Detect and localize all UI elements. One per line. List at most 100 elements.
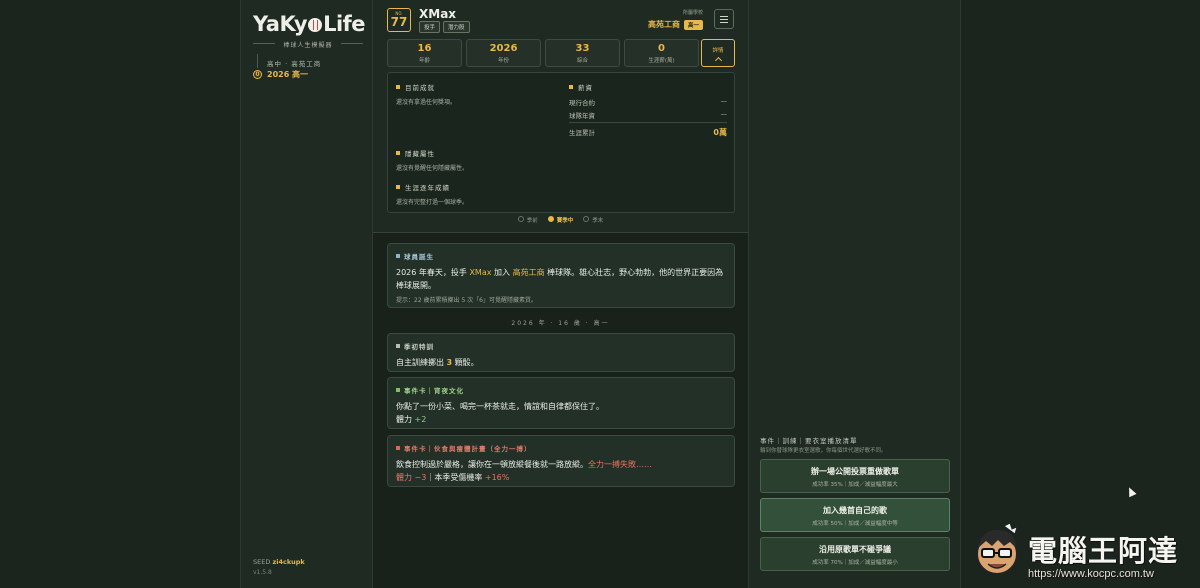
stat-overall: 33 綜合 <box>545 39 620 67</box>
timeline-line <box>257 54 258 68</box>
stat-year: 2026 年份 <box>466 39 541 67</box>
stat-value: 2026 <box>489 43 518 54</box>
logo-subtitle: 棒球人生模擬器 <box>253 40 363 49</box>
salary-total-label: 生涯累計 <box>569 129 595 137</box>
event-card-training: 季初特訓 自主訓練擲出 3 顆骰。 <box>387 333 735 372</box>
main-column: NO. 77 XMax 投手 潛力股 所屬學校 高苑工商 高一 16 年齡 202… <box>373 0 748 588</box>
card-body: 自主訓練擲出 3 顆骰。 <box>396 356 726 369</box>
choice-name: 辦一場公開投票重做歌單 <box>811 467 899 476</box>
choice-meta: 成功率 35%｜加成／減益幅度最大 <box>812 482 898 488</box>
salary-row-label: 現行合約 <box>569 99 595 107</box>
event-card-birth: 球員誕生 2026 年春天，投手 XMax 加入 高苑工商 棒球隊。雄心壯志，野… <box>387 243 735 308</box>
card-body: 2026 年春天，投手 XMax 加入 高苑工商 棒球隊。雄心壯志，野心勃勃，他… <box>396 266 726 292</box>
team-name: 高苑工商 <box>647 20 680 29</box>
salary-title: 薪資 <box>569 82 593 92</box>
season-divider: 2026 年 · 16 歲 · 高一 <box>511 320 610 327</box>
card-body: 你點了一份小菜、喝完一杯茶就走，情誼和自律都保住了。 體力 +2 <box>396 400 726 426</box>
tag-trait: 潛力股 <box>443 21 470 33</box>
choice-button-own-songs[interactable]: 加入幾首自己的歌 成功率 50%｜加成／減益幅度中等 <box>760 498 950 532</box>
career-stats-title: 生涯逐年成績 <box>396 182 450 192</box>
salary-row-total: 生涯累計 0萬 <box>569 122 727 138</box>
stat-label: 生涯薪(萬) <box>648 58 675 64</box>
version-label: v1.5.8 <box>253 569 272 576</box>
salary-row-value: — <box>720 110 728 118</box>
stat-value: 0 <box>658 43 665 54</box>
player-header: NO. 77 XMax 投手 潛力股 所屬學校 高苑工商 高一 16 年齡 202… <box>373 0 748 233</box>
chevron-up-icon <box>714 56 722 65</box>
watermark: 電腦王阿達 https://www.kocpc.com.tw <box>964 520 1198 586</box>
stat-label: 綜合 <box>576 58 588 64</box>
choice-name: 加入幾首自己的歌 <box>823 506 887 515</box>
choice-meta: 成功率 70%｜加成／減益幅度最小 <box>812 560 898 566</box>
team-info: 高苑工商 高一 <box>648 19 703 30</box>
action-column: 事件｜訓練｜要衣室播放清單 輪到你替球隊更衣室選歌，你每個世代選好歌不同。 辦一… <box>748 0 961 588</box>
details-panel: 目前成就 還沒有拿過任何獎項。 薪資 現行合約 — 球隊年資 — 生涯累計 0萬 隱藏… <box>387 72 735 213</box>
stat-label: 年份 <box>497 58 509 64</box>
career-stats-text: 還沒有完整打過一個球季。 <box>396 199 469 206</box>
tab-preseason[interactable]: 季前 <box>518 216 538 224</box>
card-title: 球員誕生 <box>396 251 726 261</box>
injury-chance-value: +16% <box>484 473 510 482</box>
mascot-face-icon <box>976 522 1018 575</box>
hamburger-icon <box>720 15 728 17</box>
card-text: 飲食控制過於嚴格，讓你在一頓放縱餐後就一路放縱。 <box>396 460 588 469</box>
card-text: 加入 <box>491 268 513 277</box>
stat-value: 16 <box>417 43 432 54</box>
hidden-attributes-title: 隱藏屬性 <box>396 148 435 158</box>
choice-name: 沿用原歌單不碰爭議 <box>819 545 891 554</box>
hamburger-icon-line <box>720 18 728 20</box>
tab-endseason[interactable]: 季末 <box>583 216 603 224</box>
stat-age: 16 年齡 <box>387 39 462 67</box>
timeline-year-item[interactable]: 0 2026 高一 <box>253 69 308 80</box>
stat-change-value: 體力 −3 <box>396 473 427 482</box>
card-text: 自主訓練擲出 <box>396 358 447 367</box>
tag-position: 投手 <box>419 21 441 33</box>
jersey-number: 77 <box>390 15 408 29</box>
choice-button-public-vote[interactable]: 辦一場公開投票重做歌單 成功率 35%｜加成／減益幅度最大 <box>760 459 950 493</box>
card-text: 你點了一份小菜、喝完一杯茶就走，情誼和自律都保住了。 <box>396 402 604 411</box>
baseball-icon <box>308 18 323 32</box>
season-phase-tabs: 季前 賽季中 季末 <box>373 216 748 224</box>
seed-label: SEED <box>253 558 271 566</box>
player-name: XMax <box>419 7 457 21</box>
year-index-badge: 0 <box>253 70 262 79</box>
stat-label: 年齡 <box>418 58 430 64</box>
seed-display: SEED zi4ckupk <box>253 558 305 566</box>
card-title: 事件卡｜伙食與瘦體計畫（全力一搏） <box>396 443 726 453</box>
menu-button[interactable] <box>714 9 734 29</box>
salary-row-label: 球隊年資 <box>569 112 595 120</box>
app-logo[interactable]: YaKy Life <box>253 12 366 36</box>
card-text: ｜本季受傷機率 <box>426 473 485 482</box>
page-margin-right <box>961 0 1200 588</box>
left-sidebar: YaKy Life 棒球人生模擬器 高中 · 高苑工商 0 2026 高一 SEE… <box>240 0 373 588</box>
event-card-diet: 事件卡｜伙食與瘦體計畫（全力一搏） 飲食控制過於嚴格，讓你在一頓放縱餐後就一路放… <box>387 435 735 487</box>
choice-meta: 成功率 50%｜加成／減益幅度中等 <box>812 521 898 527</box>
hidden-attributes-text: 還沒有覺醒任何隱藏屬性。 <box>396 165 469 172</box>
player-tags: 投手 潛力股 <box>419 21 470 33</box>
fail-text: 全力一搏失敗…… <box>588 460 652 469</box>
achievements-title: 目前成就 <box>396 82 435 92</box>
grade-badge: 高一 <box>683 19 703 30</box>
card-title: 季初特訓 <box>396 341 726 351</box>
page-margin-left <box>0 0 240 588</box>
year-label: 2026 高一 <box>267 70 309 79</box>
jersey-number-badge: NO. 77 <box>387 8 411 32</box>
stat-change-label: 體力 <box>396 415 415 424</box>
tab-midseason[interactable]: 賽季中 <box>548 216 574 224</box>
choice-button-keep-playlist[interactable]: 沿用原歌單不碰爭議 成功率 70%｜加成／減益幅度最小 <box>760 537 950 571</box>
watermark-title: 電腦王阿達 <box>1028 534 1179 568</box>
stat-value: 33 <box>575 43 590 54</box>
stage-label: 高中 · 高苑工商 <box>267 60 322 68</box>
details-toggle-button[interactable]: 詳情 <box>701 39 735 67</box>
stat-change-value: +2 <box>414 415 427 424</box>
watermark-url: https://www.kocpc.com.tw <box>1028 568 1154 580</box>
action-subtitle: 輪到你替球隊更衣室選歌，你每個世代選好歌不同。 <box>760 448 887 454</box>
player-name-highlight: XMax <box>469 268 492 277</box>
card-body: 飲食控制過於嚴格，讓你在一頓放縱餐後就一路放縱。全力一搏失敗…… 體力 −3｜本季… <box>396 458 726 484</box>
card-hint: 提示：22 歲前累積擲出 5 次「6」可覺醒隱藏素質。 <box>396 297 537 304</box>
card-text: 2026 年春天，投手 <box>396 268 470 277</box>
salary-total-value: 0萬 <box>713 128 727 137</box>
logo-text-pre: YaKy <box>253 12 308 36</box>
logo-text-post: Life <box>323 12 366 36</box>
team-label: 所屬學校 <box>682 10 703 16</box>
